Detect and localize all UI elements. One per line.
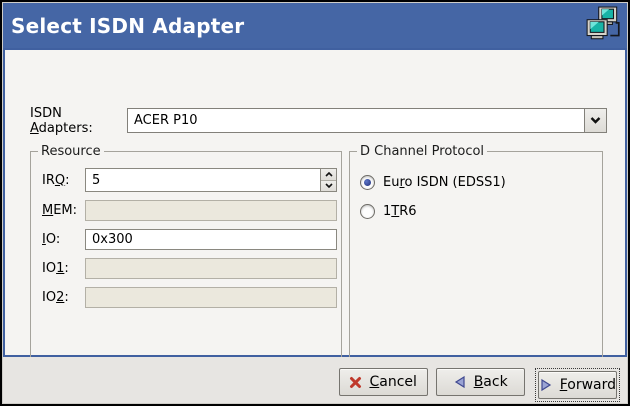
arrow-right-icon <box>539 378 553 392</box>
irq-label: IRQ: <box>42 173 85 188</box>
radio-1tr6[interactable]: 1TR6 <box>360 203 417 219</box>
io-input[interactable] <box>85 229 337 250</box>
cancel-x-icon <box>349 376 362 389</box>
io2-input <box>85 287 337 308</box>
mem-row: MEM: <box>42 200 337 221</box>
forward-button-focus-ring: Forward <box>535 368 620 402</box>
cancel-button-label: Cancel <box>369 374 416 390</box>
arrow-left-icon <box>453 375 467 389</box>
io-label: IO: <box>42 232 85 247</box>
io-row: IO: <box>42 229 337 250</box>
radio-euro-isdn-label: Euro ISDN (EDSS1) <box>383 175 506 190</box>
resource-legend: Resource <box>38 144 104 159</box>
cancel-button[interactable]: Cancel <box>339 368 428 396</box>
chevron-down-icon[interactable] <box>584 109 606 132</box>
forward-button-label: Forward <box>560 377 616 393</box>
irq-input[interactable] <box>86 169 320 191</box>
dialog-title: Select ISDN Adapter <box>3 14 244 38</box>
resource-groupbox: Resource IRQ: MEM: <box>30 151 342 375</box>
dialog-content-panel: ISDN Adapters: ACER P10 Resource IRQ: <box>3 48 627 357</box>
io2-row: IO2: <box>42 287 337 308</box>
radio-euro-isdn[interactable]: Euro ISDN (EDSS1) <box>360 174 506 190</box>
dialog-window: Select ISDN Adapter I <box>2 2 628 404</box>
dchannel-legend: D Channel Protocol <box>357 144 487 159</box>
irq-row: IRQ: <box>42 168 337 192</box>
mem-label: MEM: <box>42 203 85 218</box>
combobox-value: ACER P10 <box>128 109 584 132</box>
isdn-adapters-combobox[interactable]: ACER P10 <box>127 108 607 133</box>
spin-up-icon[interactable] <box>321 169 336 180</box>
dchannel-groupbox: D Channel Protocol Euro ISDN (EDSS1) 1TR… <box>349 151 603 375</box>
mem-input <box>85 200 337 221</box>
dialog-button-bar: Cancel Back Forward <box>3 357 627 403</box>
back-button[interactable]: Back <box>436 368 525 396</box>
io1-input <box>85 258 337 279</box>
radio-selected-icon[interactable] <box>360 175 375 190</box>
network-computers-icon <box>586 6 622 44</box>
io1-row: IO1: <box>42 258 337 279</box>
io2-label: IO2: <box>42 290 85 305</box>
irq-spinner <box>85 168 337 192</box>
forward-button[interactable]: Forward <box>538 371 617 399</box>
isdn-adapters-label: ISDN Adapters: <box>30 106 127 136</box>
spin-down-icon[interactable] <box>321 180 336 192</box>
isdn-adapter-row: ISDN Adapters: ACER P10 <box>30 108 607 133</box>
dialog-header: Select ISDN Adapter <box>3 3 627 48</box>
irq-spin-buttons <box>320 169 336 191</box>
radio-1tr6-label: 1TR6 <box>383 204 417 219</box>
radio-unselected-icon[interactable] <box>360 204 375 219</box>
io1-label: IO1: <box>42 261 85 276</box>
back-button-label: Back <box>474 374 508 390</box>
